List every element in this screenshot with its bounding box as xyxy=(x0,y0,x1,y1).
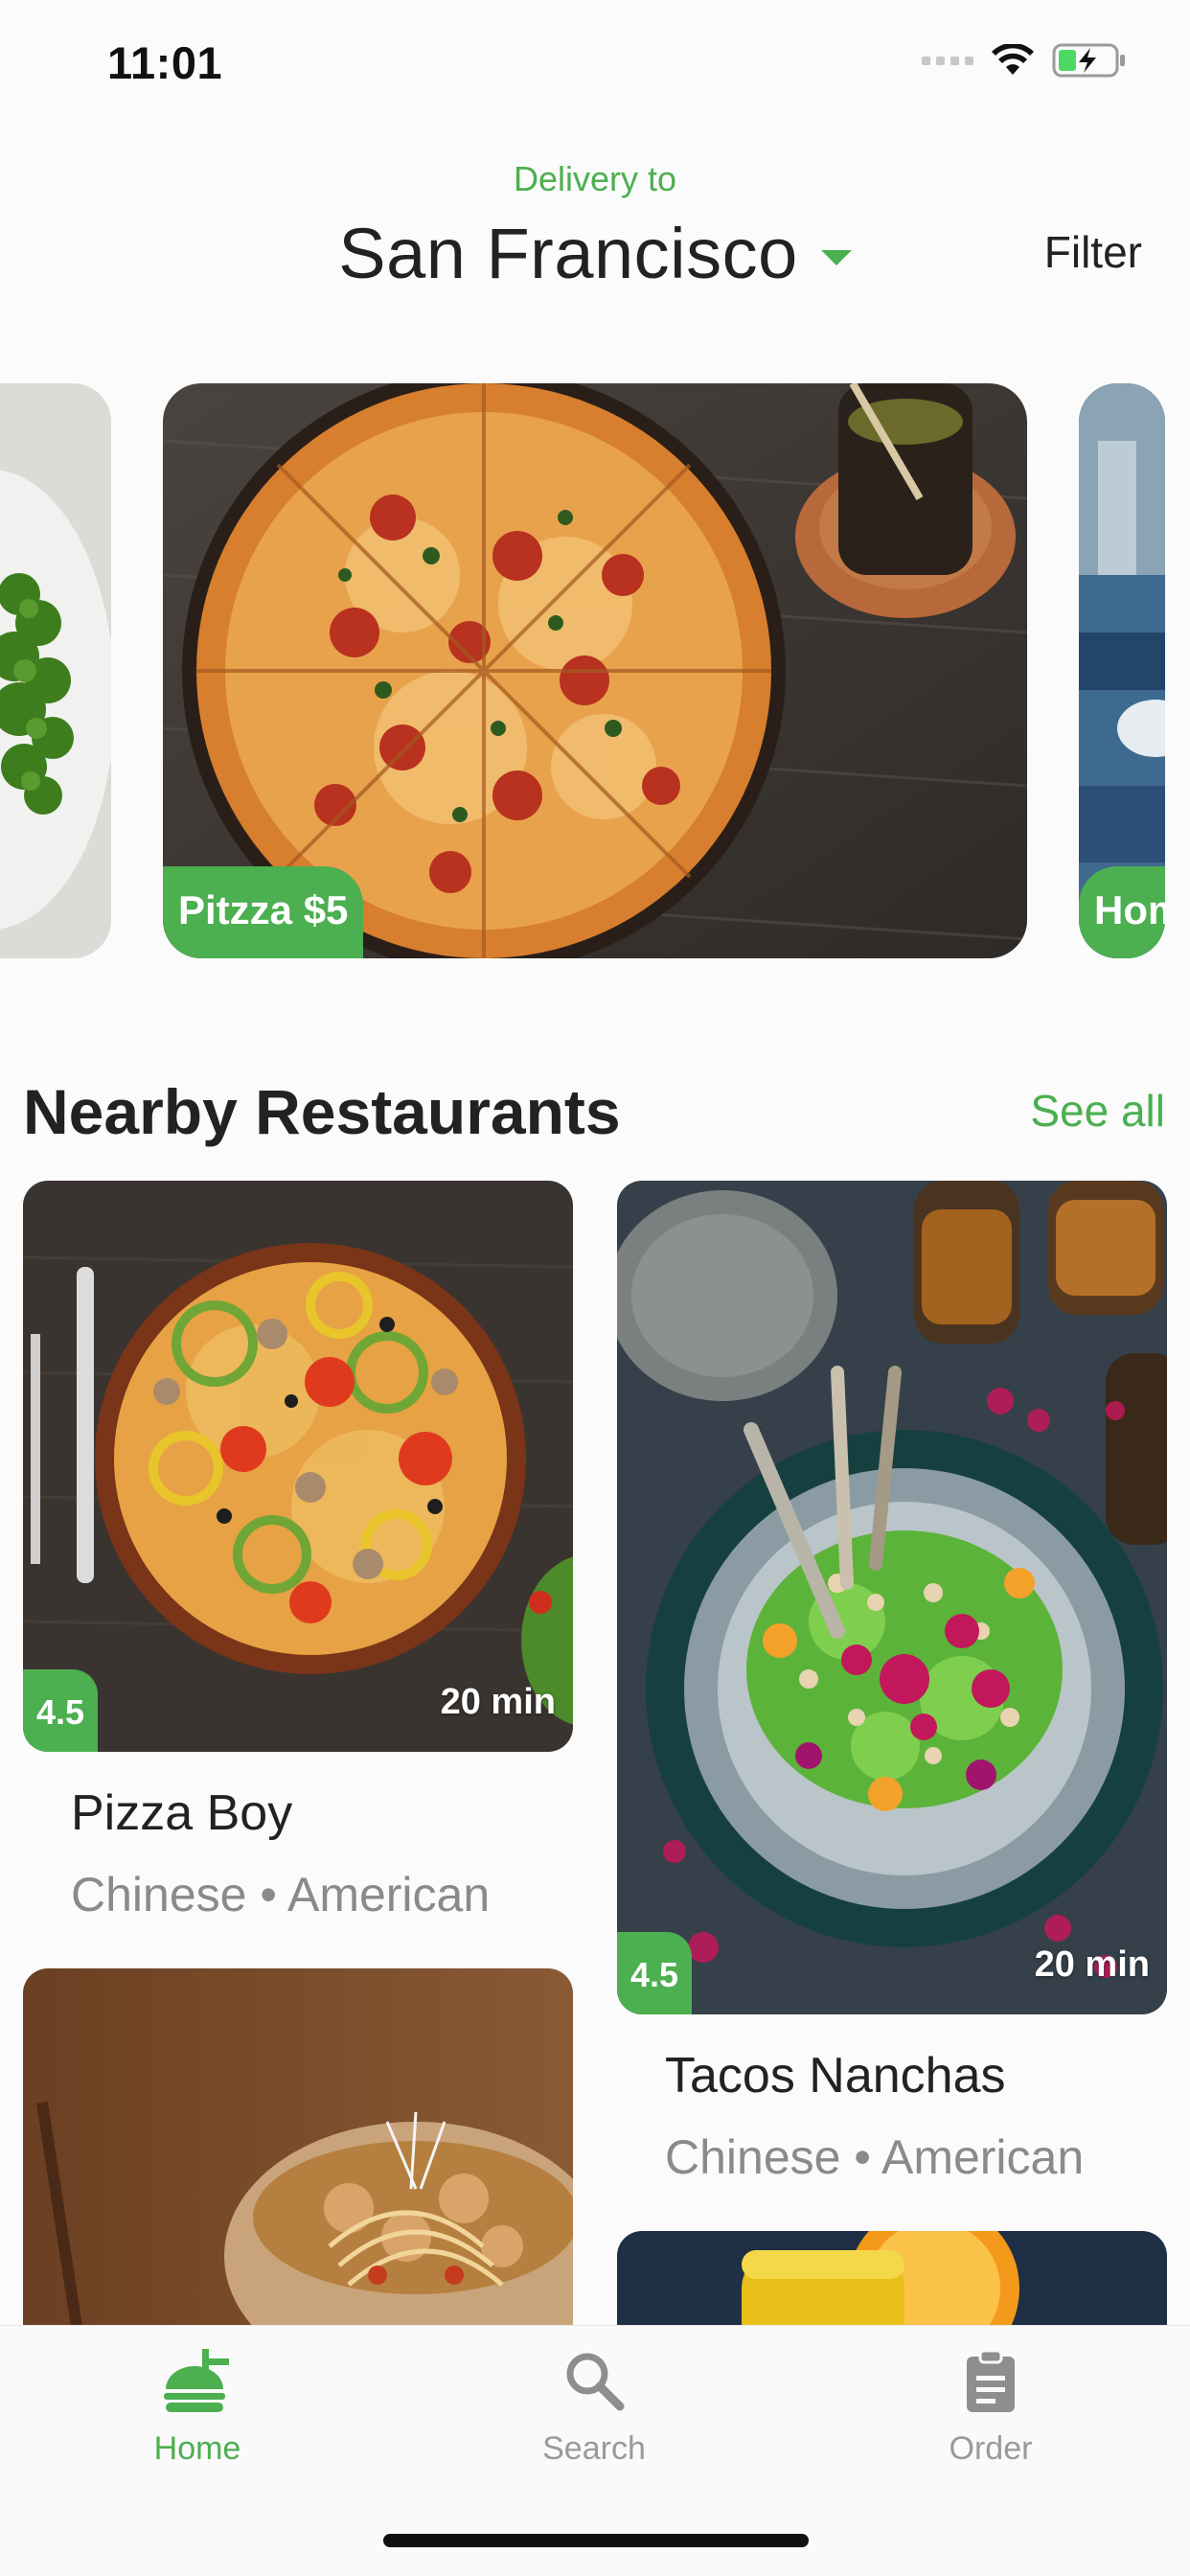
city-name: San Francisco xyxy=(338,214,798,293)
noodle-bowl-image xyxy=(23,1968,573,2352)
promo-label: Hom xyxy=(1079,866,1165,958)
broccoli-plate-image xyxy=(0,383,111,958)
restaurant-image xyxy=(23,1968,573,2352)
search-icon xyxy=(566,2353,625,2411)
clipboard-icon xyxy=(967,2349,1015,2412)
restaurant-cuisine: Chinese • American xyxy=(665,2130,1085,2184)
promo-card[interactable] xyxy=(0,383,111,958)
restaurant-cuisine: Chinese • American xyxy=(71,1868,491,1921)
salad-bowl-image xyxy=(617,1181,1167,2014)
caret-down-icon xyxy=(820,249,852,265)
status-bar: 11:01 xyxy=(0,0,1190,125)
delivery-label: Delivery to xyxy=(513,159,677,198)
promo-carousel[interactable]: Pitzza $5 Hom xyxy=(0,383,1190,958)
delivery-time: 20 min xyxy=(440,1682,556,1722)
wifi-icon xyxy=(992,44,1034,75)
see-all-link[interactable]: See all xyxy=(1030,1085,1165,1137)
rating-badge: 4.5 xyxy=(23,1669,99,1752)
restaurant-card[interactable]: 4.5 20 min Pizza Boy Chinese • American xyxy=(23,1181,573,1922)
tab-search[interactable]: Search xyxy=(469,2347,719,2468)
restaurant-card[interactable] xyxy=(23,1968,573,2352)
tab-label: Order xyxy=(949,2430,1033,2467)
restaurant-name: Tacos Nanchas xyxy=(665,2048,1006,2104)
section-title: Nearby Restaurants xyxy=(23,1076,621,1147)
restaurant-name: Pizza Boy xyxy=(71,1785,293,1841)
delivery-time: 20 min xyxy=(1034,1944,1150,1985)
city-selector[interactable]: San Francisco xyxy=(0,213,1190,294)
restaurant-card[interactable]: 4.5 20 min Tacos Nanchas Chinese • Ameri… xyxy=(617,1181,1167,2185)
promo-card[interactable]: Hom xyxy=(1079,383,1165,958)
home-burger-icon xyxy=(164,2349,229,2412)
restaurant-image: 4.5 20 min xyxy=(23,1181,573,1752)
tab-order[interactable]: Order xyxy=(866,2347,1115,2468)
restaurant-image: 4.5 20 min xyxy=(617,1181,1167,2014)
promo-card[interactable]: Pitzza $5 xyxy=(163,383,1027,958)
status-icons xyxy=(922,42,1127,79)
rating-badge: 4.5 xyxy=(617,1932,693,2014)
home-indicator[interactable] xyxy=(383,2534,809,2547)
tab-home[interactable]: Home xyxy=(73,2347,322,2468)
veggie-pizza-image xyxy=(23,1181,573,1752)
promo-label: Pitzza $5 xyxy=(163,866,364,958)
status-time: 11:01 xyxy=(107,37,223,88)
tab-label: Home xyxy=(153,2430,241,2467)
battery-charging-icon xyxy=(1052,43,1125,78)
filter-button[interactable]: Filter xyxy=(1044,226,1142,278)
tab-label: Search xyxy=(542,2430,646,2467)
cellular-signal-icon xyxy=(922,56,973,65)
